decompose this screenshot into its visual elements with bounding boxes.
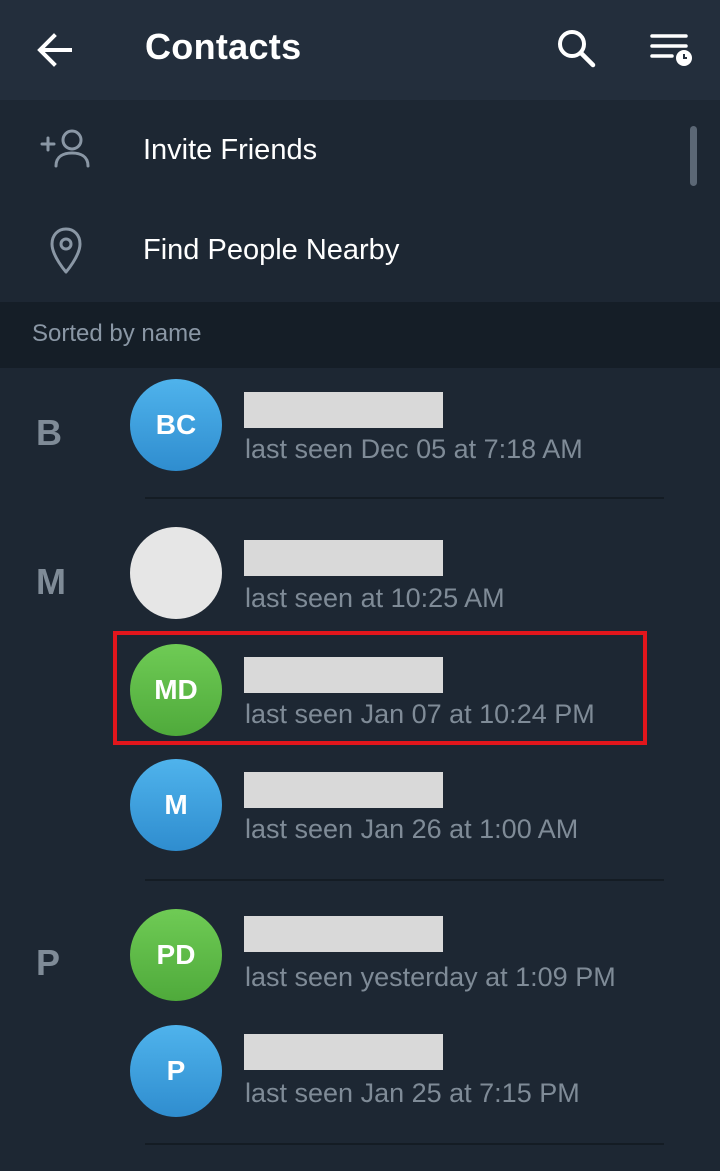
- invite-friends-row[interactable]: Invite Friends: [0, 100, 720, 200]
- redacted-contact-name: [244, 1034, 443, 1070]
- avatar: P: [130, 1025, 222, 1117]
- redacted-contact-name: [244, 916, 443, 952]
- last-seen-status: last seen yesterday at 1:09 PM: [245, 962, 616, 992]
- last-seen-status: last seen Jan 25 at 7:15 PM: [245, 1078, 580, 1108]
- contact-row[interactable]: PD last seen yesterday at 1:09 PM: [0, 902, 720, 1012]
- avatar: PD: [130, 909, 222, 1001]
- contact-row[interactable]: P last seen Jan 25 at 7:15 PM: [0, 1018, 720, 1128]
- search-icon: [558, 30, 596, 68]
- contact-row[interactable]: BC last seen Dec 05 at 7:18 AM: [0, 372, 720, 482]
- sort-button[interactable]: [644, 22, 698, 76]
- divider: [145, 497, 664, 499]
- divider: [145, 879, 664, 881]
- redacted-contact-name: [244, 392, 443, 428]
- page-title: Contacts: [145, 26, 302, 67]
- highlight-box: [113, 631, 647, 745]
- last-seen-status: last seen Jan 26 at 1:00 AM: [245, 814, 579, 844]
- last-seen-status: last seen Dec 05 at 7:18 AM: [245, 434, 583, 464]
- find-people-nearby-row[interactable]: Find People Nearby: [0, 200, 720, 300]
- last-seen-status: last seen at 10:25 AM: [245, 583, 505, 613]
- contact-row[interactable]: last seen at 10:25 AM: [0, 520, 720, 630]
- redacted-contact-name: [244, 540, 443, 576]
- redacted-contact-name: [244, 772, 443, 808]
- top-app-bar: Contacts: [0, 0, 720, 100]
- back-button[interactable]: [30, 24, 82, 76]
- sort-list-clock-icon: [650, 34, 692, 66]
- invite-friends-label: Invite Friends: [143, 134, 318, 166]
- search-button[interactable]: [550, 22, 604, 76]
- divider: [145, 1143, 664, 1145]
- arrow-left-icon: [37, 33, 72, 67]
- actions-section: Invite Friends Find People Nearby: [0, 100, 720, 302]
- avatar: BC: [130, 379, 222, 471]
- find-people-nearby-label: Find People Nearby: [143, 234, 400, 266]
- avatar: M: [130, 759, 222, 851]
- sort-section-header: Sorted by name: [0, 302, 720, 368]
- location-pin-icon: [50, 227, 82, 274]
- contact-row[interactable]: M last seen Jan 26 at 1:00 AM: [0, 752, 720, 862]
- section-header-label: Sorted by name: [32, 320, 202, 347]
- scrollbar-thumb[interactable]: [690, 126, 697, 186]
- add-person-icon: [40, 129, 90, 168]
- avatar: [130, 527, 222, 619]
